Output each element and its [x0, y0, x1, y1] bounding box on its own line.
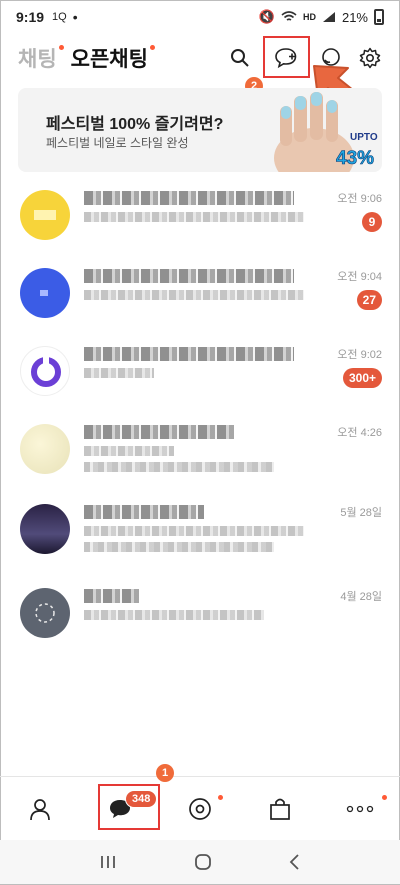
chat-time: 오전 4:26: [337, 427, 382, 439]
nav-more[interactable]: [320, 777, 400, 840]
chat-preview-blurred: [84, 462, 274, 472]
wifi-icon: [281, 11, 297, 21]
banner-subtitle: 페스티벌 네일로 스타일 완성: [46, 136, 189, 150]
chat-time: 오전 9:02: [337, 349, 382, 361]
chat-preview-blurred: [84, 212, 304, 222]
chat-name-blurred: [84, 269, 294, 283]
avatar: [20, 504, 70, 554]
signal-icon: [322, 12, 335, 22]
mute-icon: 🔇: [258, 9, 275, 24]
unread-badge: 9: [362, 212, 382, 232]
system-nav-bar: [0, 840, 400, 884]
search-button[interactable]: [220, 38, 260, 78]
avatar: [20, 588, 70, 638]
chat-time: 5월 28일: [340, 507, 382, 519]
chat-preview-blurred: [84, 526, 304, 536]
chat-time: 오전 9:06: [337, 193, 382, 205]
step-badge-1: 1: [156, 764, 174, 782]
person-icon: [30, 798, 50, 820]
eye-icon: [189, 797, 211, 820]
ad-banner[interactable]: 페스티벌 100% 즐기려면? 페스티벌 네일로 스타일 완성 UPTO 43%: [18, 88, 382, 172]
tab-open-chat[interactable]: 오픈채팅: [70, 43, 155, 73]
chat-name-blurred: [84, 425, 234, 439]
status-app-icons: 1Q: [52, 11, 67, 23]
chat-room-item[interactable]: 4월 28일: [0, 584, 400, 666]
battery-icon: [374, 9, 384, 25]
hd-voice-icon: HD: [302, 12, 316, 22]
chat-name-blurred: [84, 505, 204, 519]
new-dot: [382, 795, 387, 800]
chat-room-item[interactable]: 오전 9:04 27: [0, 264, 400, 346]
nav-friends[interactable]: [0, 777, 80, 840]
status-dot: •: [72, 9, 78, 25]
new-dot: [149, 45, 155, 50]
chat-room-item[interactable]: 오전 4:26: [0, 420, 400, 502]
chat-room-item[interactable]: 오전 9:06 9: [0, 186, 400, 268]
promo-upto: UPTO: [350, 132, 378, 143]
bottom-nav: [0, 776, 400, 840]
chat-time: 4월 28일: [340, 591, 382, 603]
banner-title: 페스티벌 100% 즐기려면?: [46, 116, 224, 133]
chat-name-blurred: [84, 191, 294, 205]
chat-room-item[interactable]: 오전 9:02 300+: [0, 342, 400, 424]
avatar: [20, 346, 70, 396]
chat-time: 오전 9:04: [337, 271, 382, 283]
battery-percent: 21%: [341, 9, 368, 25]
new-dot: [218, 795, 223, 800]
chat-name-blurred: [84, 347, 294, 361]
chat-preview-blurred: [84, 446, 174, 456]
banner-image: UPTO 43%: [262, 88, 382, 172]
status-bar: 9:19 1Q • 🔇 HD 21%: [0, 0, 400, 34]
unread-badge: 300+: [342, 368, 382, 388]
search-icon: [231, 49, 249, 67]
unread-badge: 27: [356, 290, 382, 310]
new-dot: [58, 45, 64, 50]
highlight-new-chat: [263, 36, 310, 78]
shopping-bag-icon: [270, 798, 290, 820]
recent-apps-icon[interactable]: [98, 854, 118, 870]
tab-chat-label: 채팅: [18, 48, 57, 71]
promo-percent: 43%: [336, 148, 374, 169]
home-icon[interactable]: [193, 852, 213, 872]
nav-view[interactable]: [160, 777, 240, 840]
chat-name-blurred: [84, 589, 139, 603]
avatar: [20, 424, 70, 474]
tab-chat[interactable]: 채팅: [18, 43, 64, 73]
chat-preview-blurred: [84, 610, 264, 620]
chat-preview-blurred: [84, 290, 304, 300]
more-icon: [346, 805, 374, 812]
chat-preview-blurred: [84, 542, 274, 552]
back-icon[interactable]: [288, 853, 302, 871]
chat-preview-blurred: [84, 368, 154, 378]
tab-open-chat-label: 오픈채팅: [70, 48, 148, 71]
chat-room-item[interactable]: 5월 28일: [0, 500, 400, 582]
status-time: 9:19: [16, 9, 45, 25]
avatar: [20, 268, 70, 318]
avatar: [20, 190, 70, 240]
nav-shopping[interactable]: [240, 777, 320, 840]
highlight-chats-tab: [98, 784, 160, 830]
